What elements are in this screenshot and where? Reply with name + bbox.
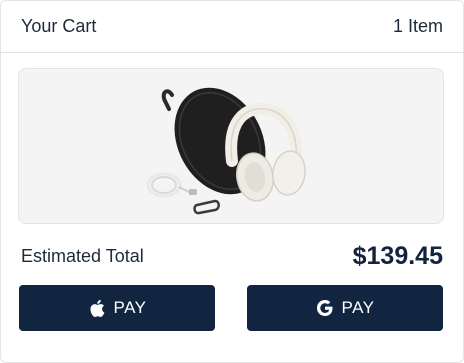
headphones-with-case-icon bbox=[146, 87, 306, 215]
cart-title: Your Cart bbox=[21, 16, 97, 36]
cart-item-count: 1 Item bbox=[392, 16, 443, 36]
google-pay-label: PAY bbox=[341, 298, 375, 317]
google-g-icon bbox=[316, 298, 334, 318]
product-image bbox=[18, 68, 444, 224]
total-row: Estimated Total $139.45 bbox=[21, 239, 443, 273]
total-label: Estimated Total bbox=[21, 245, 144, 266]
google-pay-button[interactable]: PAY bbox=[247, 285, 443, 331]
cart-header: Your Cart 1 Item bbox=[1, 1, 463, 53]
apple-icon bbox=[88, 298, 106, 318]
total-value: $139.45 bbox=[352, 241, 443, 270]
apple-pay-button[interactable]: PAY bbox=[19, 285, 215, 331]
cart-card: Your Cart 1 Item Estimated Total $139.45… bbox=[0, 0, 464, 363]
apple-pay-label: PAY bbox=[113, 298, 147, 317]
